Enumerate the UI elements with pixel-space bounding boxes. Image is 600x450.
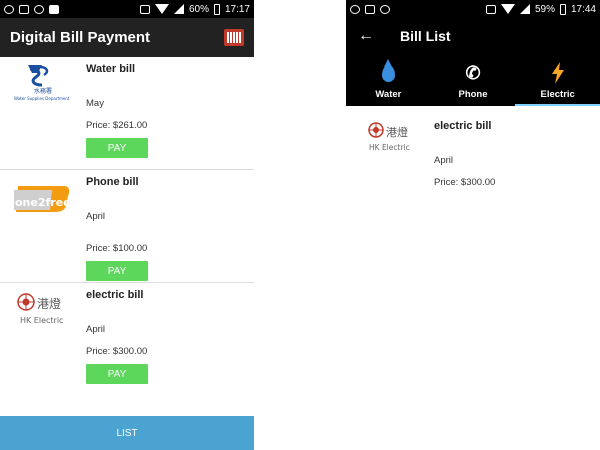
- lightning-icon: [551, 61, 565, 85]
- bill-name: Water bill: [86, 63, 136, 75]
- app-bar: Digital Bill Payment: [0, 18, 254, 57]
- tab-phone[interactable]: ✆ Phone: [431, 54, 516, 106]
- status-bar: 59% 17:44: [346, 0, 600, 18]
- page-title: Digital Bill Payment: [10, 29, 151, 46]
- battery-percent: 60%: [188, 3, 209, 15]
- phone-icon: ✆: [465, 62, 481, 83]
- tab-bar: Water ✆ Phone Electric: [346, 54, 600, 106]
- pay-button[interactable]: PAY: [86, 364, 148, 384]
- hk-electric-logo: 港燈 HK Electric: [366, 118, 416, 156]
- image-icon: [19, 4, 29, 14]
- back-arrow-icon[interactable]: ←: [358, 27, 388, 45]
- bill-price: Price: $100.00: [86, 243, 148, 254]
- vibrate-icon: [139, 4, 150, 14]
- wifi-icon: [154, 4, 169, 14]
- bill-item-electric: 港燈 HK Electric electric bill April Price…: [0, 283, 254, 396]
- right-screen: 59% 17:44 ← Bill List Water ✆ Phone Elec…: [346, 0, 600, 450]
- water-supplies-logo: 水務署 Water Supplies Department: [12, 63, 72, 103]
- hk-electric-logo: 港燈 HK Electric: [12, 289, 72, 329]
- android-icon: [380, 4, 390, 14]
- bill-price: Price: $300.00: [434, 177, 496, 188]
- list-button[interactable]: LIST: [0, 416, 254, 450]
- svg-text:港燈: 港燈: [386, 125, 408, 139]
- photo-icon: [49, 4, 59, 14]
- tab-label: Water: [375, 89, 402, 100]
- pay-button[interactable]: PAY: [86, 138, 148, 158]
- status-bar: 60% 17:17: [0, 0, 254, 18]
- android-icon: [34, 4, 44, 14]
- svg-text:HK Electric: HK Electric: [20, 316, 63, 325]
- battery-icon: [213, 3, 220, 15]
- clock: 17:44: [570, 3, 596, 15]
- water-drop-icon: [381, 58, 395, 82]
- bill-item-phone: one2free Phone bill April Price: $100.00…: [0, 170, 254, 283]
- clock: 17:17: [224, 3, 250, 15]
- bill-month: April: [434, 155, 454, 166]
- page-title: Bill List: [400, 28, 451, 44]
- tab-label: Electric: [540, 89, 575, 100]
- svg-text:港燈: 港燈: [37, 296, 61, 311]
- bill-item-electric: 港燈 HK Electric electric bill April Price…: [346, 106, 600, 196]
- svg-text:HK Electric: HK Electric: [369, 143, 410, 152]
- pay-button[interactable]: PAY: [86, 261, 148, 281]
- barcode-icon[interactable]: [224, 29, 244, 46]
- bill-item-water: 水務署 Water Supplies Department Water bill…: [0, 57, 254, 170]
- bill-name: Phone bill: [86, 176, 139, 188]
- bill-month: April: [86, 324, 106, 335]
- left-screen: 60% 17:17 Digital Bill Payment 水務署 Water…: [0, 0, 254, 450]
- bill-price: Price: $300.00: [86, 346, 148, 357]
- bill-month: May: [86, 98, 104, 109]
- svg-text:one2free: one2free: [15, 196, 71, 209]
- vibrate-icon: [485, 4, 496, 14]
- bill-month: April: [86, 211, 106, 222]
- signal-icon: [173, 4, 184, 14]
- bill-price: Price: $261.00: [86, 120, 148, 131]
- battery-percent: 59%: [534, 3, 555, 15]
- one2free-logo: one2free: [12, 182, 72, 222]
- bill-name: electric bill: [434, 120, 492, 132]
- svg-text:Water Supplies Department: Water Supplies Department: [14, 96, 70, 101]
- tab-label: Phone: [458, 89, 488, 100]
- image-icon: [365, 4, 375, 14]
- tab-water[interactable]: Water: [346, 54, 431, 106]
- app-bar: ← Bill List: [346, 18, 600, 54]
- svg-text:水務署: 水務署: [34, 87, 52, 95]
- wifi-icon: [500, 4, 515, 14]
- discord-icon: [4, 4, 14, 14]
- discord-icon: [350, 4, 360, 14]
- bill-name: electric bill: [86, 289, 144, 301]
- signal-icon: [519, 4, 530, 14]
- battery-icon: [559, 3, 566, 15]
- tab-electric[interactable]: Electric: [515, 54, 600, 106]
